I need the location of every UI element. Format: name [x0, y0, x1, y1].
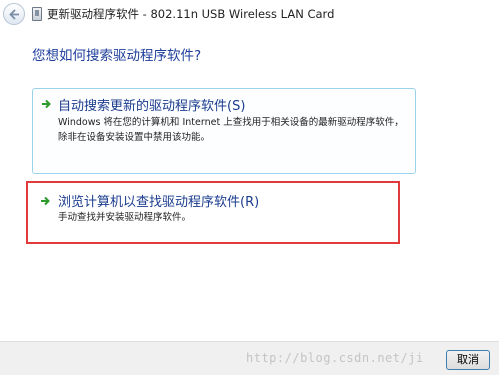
footer-bar: http://blog.csdn.net/ji 取消	[0, 341, 499, 375]
page-heading: 您想如何搜索驱动程序软件?	[32, 48, 202, 64]
watermark-text: http://blog.csdn.net/ji	[246, 351, 424, 365]
auto-search-description: Windows 将在您的计算机和 Internet 上查找用于相关设备的最新驱动…	[58, 117, 404, 143]
auto-search-option[interactable]: 自动搜索更新的驱动程序软件(S) Windows 将在您的计算机和 Intern…	[32, 88, 416, 174]
auto-search-title: 自动搜索更新的驱动程序软件(S)	[58, 99, 246, 114]
browse-computer-title: 浏览计算机以查找驱动程序软件(R)	[58, 195, 260, 210]
green-arrow-icon	[42, 99, 51, 109]
back-button[interactable]	[3, 3, 25, 25]
browse-computer-description: 手动查找并安装驱动程序软件。	[58, 212, 192, 223]
browse-computer-option[interactable]: 浏览计算机以查找驱动程序软件(R) 手动查找并安装驱动程序软件。	[26, 181, 400, 244]
green-arrow-icon	[41, 196, 50, 206]
device-icon	[32, 7, 42, 21]
window-title: 更新驱动程序软件 - 802.11n USB Wireless LAN Card	[47, 7, 335, 21]
back-arrow-icon	[9, 9, 19, 20]
title-bar: 更新驱动程序软件 - 802.11n USB Wireless LAN Card	[0, 0, 499, 30]
cancel-button[interactable]: 取消	[446, 350, 490, 370]
